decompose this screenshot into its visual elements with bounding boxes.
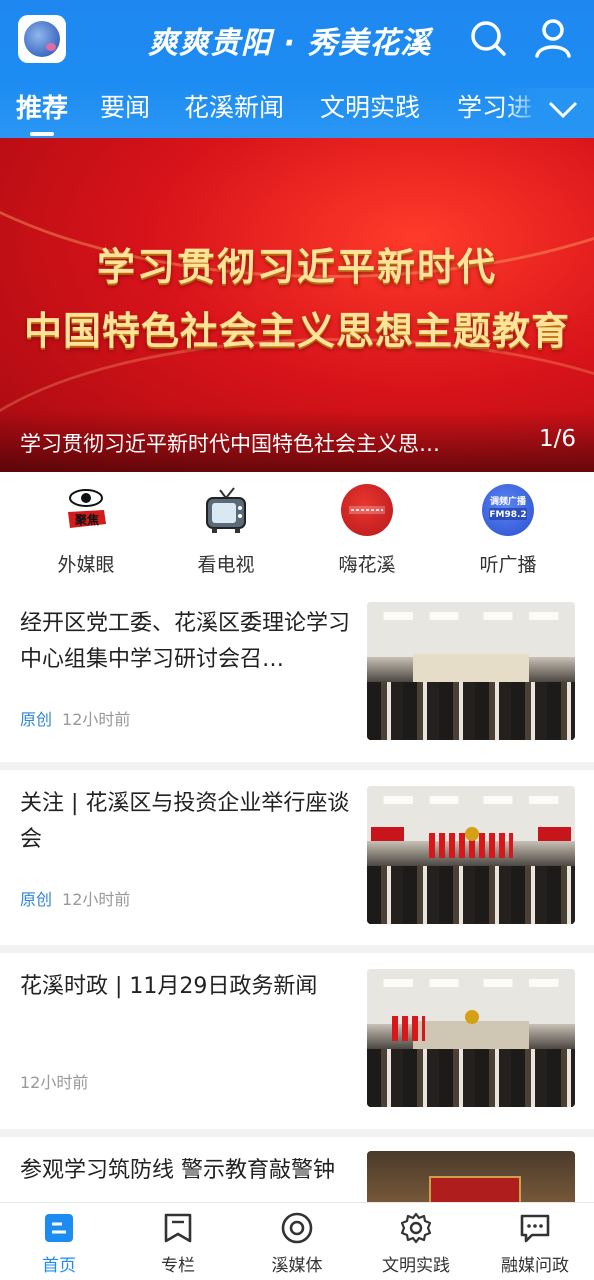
quick-link-label: 看电视 <box>197 554 255 576</box>
chat-icon <box>518 1211 552 1245</box>
svg-text:FM98.2: FM98.2 <box>489 510 526 520</box>
column-icon <box>161 1211 195 1245</box>
banner-page-counter: 1/6 <box>538 426 576 452</box>
divider <box>0 945 594 953</box>
tab-recommend[interactable]: 推荐 <box>16 88 68 125</box>
news-title: 参观学习筑防线 警示教育敲警钟 <box>20 1158 335 1183</box>
quick-link-label: 听广播 <box>479 554 537 576</box>
news-item[interactable]: 花溪时政 | 11月29日政务新闻 12小时前 <box>0 953 594 1129</box>
news-meta: 原创 12小时前 <box>20 886 130 910</box>
user-icon[interactable] <box>533 18 573 58</box>
news-title: 花溪时政 | 11月29日政务新闻 <box>20 974 318 999</box>
tab-huaxi-news[interactable]: 花溪新闻 <box>184 88 284 124</box>
banner-headline-line2: 中国特色社会主义思想主题教育 <box>23 309 570 353</box>
news-tag: 原创 <box>20 890 53 909</box>
divider <box>0 1129 594 1137</box>
news-thumbnail <box>367 969 575 1107</box>
nav-column[interactable]: 专栏 <box>119 1211 237 1276</box>
eye-icon: 聚焦 <box>60 484 112 536</box>
app-logo-icon <box>24 21 60 57</box>
news-time: 12小时前 <box>62 890 131 909</box>
meeting-photo <box>367 786 575 924</box>
search-icon[interactable] <box>468 18 508 58</box>
news-meta: 12小时前 <box>20 1069 88 1093</box>
banner-caption-text: 学习贯彻习近平新时代中国特色社会主义思… <box>20 432 440 456</box>
quick-link-label: 嗨花溪 <box>338 554 396 576</box>
nav-home[interactable]: 首页 <box>0 1211 118 1276</box>
nav-label: 文明实践 <box>382 1256 450 1276</box>
media-icon <box>280 1211 314 1245</box>
news-thumbnail <box>367 1151 575 1207</box>
quick-link-foreign-media[interactable]: 聚焦 外媒眼 <box>36 484 136 577</box>
tab-civilization[interactable]: 文明实践 <box>320 88 420 124</box>
tv-icon <box>200 484 252 536</box>
news-thumbnail <box>367 786 575 924</box>
news-thumbnail <box>367 602 575 740</box>
quick-link-hi-huaxi[interactable]: 嗨花溪 <box>317 484 417 577</box>
nav-label: 首页 <box>42 1256 76 1276</box>
meeting-photo <box>367 602 575 740</box>
quick-link-label: 外媒眼 <box>57 554 115 576</box>
news-title: 关注 | 花溪区与投资企业举行座谈会 <box>20 791 350 852</box>
home-icon <box>42 1211 76 1245</box>
building-photo <box>367 1151 575 1207</box>
header-slogan: 爽爽贵阳 · 秀美花溪 <box>148 26 432 61</box>
news-time: 12小时前 <box>62 710 131 729</box>
hero-banner[interactable]: 学习贯彻习近平新时代 中国特色社会主义思想主题教育 <box>0 138 594 472</box>
chevron-down-icon[interactable] <box>546 94 580 124</box>
svg-text:调频广播: 调频广播 <box>490 495 527 507</box>
radio-icon: 调频广播 FM98.2 <box>482 484 534 536</box>
app-logo[interactable] <box>18 15 66 63</box>
svg-text:聚焦: 聚焦 <box>74 512 99 527</box>
nav-inquiry[interactable]: 融媒问政 <box>476 1211 594 1276</box>
top-header: 爽爽贵阳 · 秀美花溪 推荐 要闻 花溪新闻 文明实践 学习进 <box>0 0 594 138</box>
nav-label: 融媒问政 <box>501 1256 569 1276</box>
nav-civilization[interactable]: 文明实践 <box>357 1211 475 1276</box>
news-time: 12小时前 <box>20 1073 89 1092</box>
tab-headlines[interactable]: 要闻 <box>100 88 150 124</box>
nav-label: 溪媒体 <box>271 1256 323 1276</box>
news-item[interactable]: 经开区党工委、花溪区委理论学习中心组集中学习研讨会召… 原创 12小时前 <box>0 590 594 762</box>
news-item[interactable]: 关注 | 花溪区与投资企业举行座谈会 原创 12小时前 <box>0 770 594 945</box>
app-screen: 爽爽贵阳 · 秀美花溪 推荐 要闻 花溪新闻 文明实践 学习进 学习贯彻习近平新… <box>0 0 594 1280</box>
quick-link-watch-tv[interactable]: 看电视 <box>176 484 276 577</box>
gear-icon <box>399 1211 433 1245</box>
news-meta: 原创 12小时前 <box>20 706 130 730</box>
active-tab-indicator <box>30 132 54 136</box>
banner-headline-line1: 学习贯彻习近平新时代 <box>96 245 497 289</box>
nav-media[interactable]: 溪媒体 <box>238 1211 356 1276</box>
quick-link-radio[interactable]: 调频广播 FM98.2 听广播 <box>458 484 558 577</box>
meeting-photo <box>367 969 575 1107</box>
news-item[interactable]: 参观学习筑防线 警示教育敲警钟 <box>0 1137 594 1207</box>
quick-links: 聚焦 外媒眼 看电视 嗨花溪 调频广播 FM98.2 听广播 <box>0 472 594 590</box>
news-title: 经开区党工委、花溪区委理论学习中心组集中学习研讨会召… <box>20 611 351 672</box>
bottom-nav: 首页 专栏 溪媒体 文明实践 融媒问政 <box>0 1202 594 1280</box>
news-tag: 原创 <box>20 710 53 729</box>
nav-label: 专栏 <box>161 1256 195 1276</box>
hi-huaxi-icon <box>341 484 393 536</box>
divider <box>0 762 594 770</box>
